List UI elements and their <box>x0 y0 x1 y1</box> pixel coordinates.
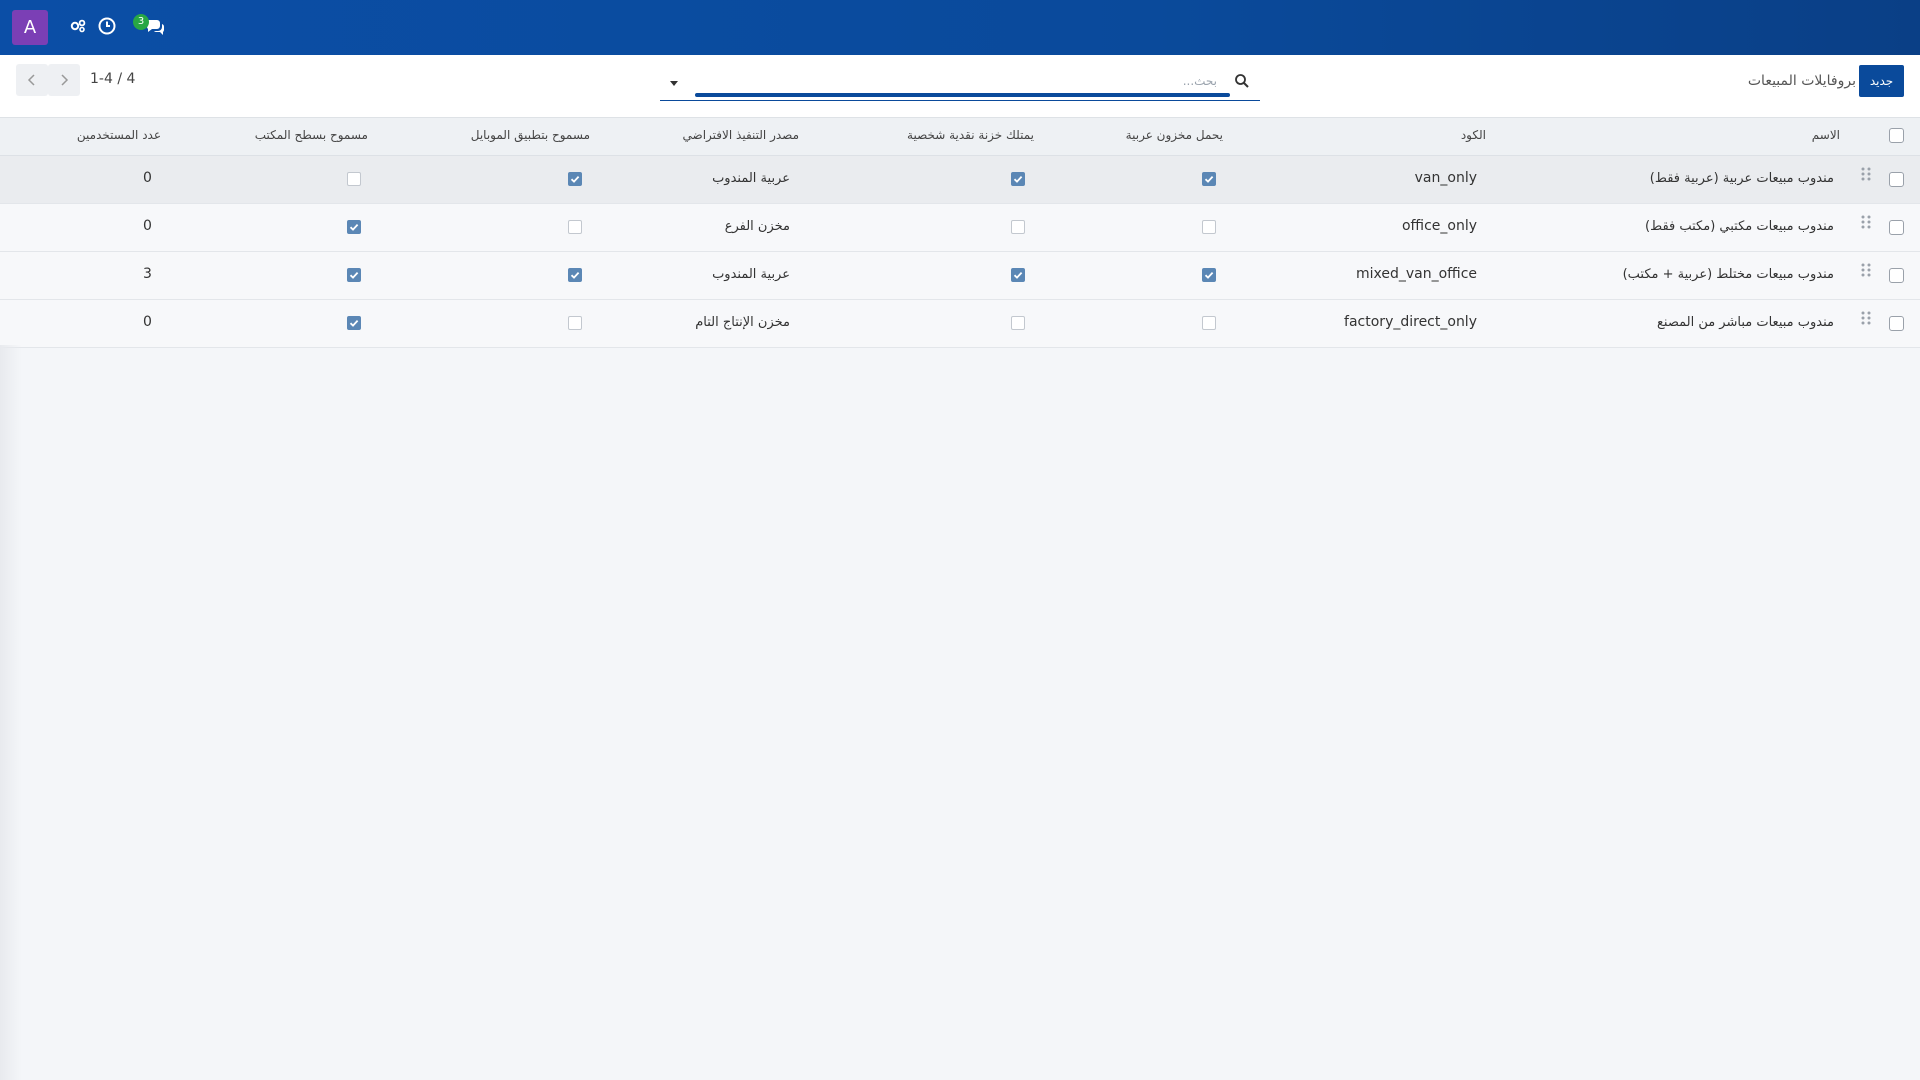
top-navbar: A 3 <box>0 0 1920 55</box>
drag-handle-icon[interactable] <box>1860 214 1872 230</box>
column-header-van-stock[interactable]: يحمل مخزون عربية <box>1126 128 1223 142</box>
breadcrumb: بروفايلات المبيعات <box>1747 73 1856 89</box>
cell-default-source: مخزن الفرع <box>724 219 790 234</box>
check-icon <box>1013 271 1023 279</box>
cell-mobile-allowed-checkbox <box>568 268 582 282</box>
cell-name: مندوب مبيعات مباشر من المصنع <box>1656 315 1834 330</box>
column-header-desktop-allowed[interactable]: مسموح بسطح المكتب <box>255 128 368 142</box>
drag-handle-icon[interactable] <box>1860 310 1872 326</box>
list-table: الاسم الكود يحمل مخزون عربية يمتلك خزنة … <box>0 118 1920 348</box>
row-select-checkbox[interactable] <box>1889 172 1904 187</box>
check-icon <box>1204 271 1214 279</box>
column-header-cash-box[interactable]: يمتلك خزنة نقدية شخصية <box>907 128 1034 142</box>
cell-name: مندوب مبيعات مكتبي (مكتب فقط) <box>1645 219 1834 234</box>
drag-handle-icon[interactable] <box>1860 166 1872 182</box>
check-icon <box>570 175 580 183</box>
clock-icon[interactable] <box>96 15 118 37</box>
cell-user-count: 0 <box>143 218 152 234</box>
cell-default-source: عربية المندوب <box>712 171 790 186</box>
cell-cash-box-checkbox <box>1011 316 1025 330</box>
check-icon <box>349 223 359 231</box>
cell-desktop-allowed-checkbox <box>347 316 361 330</box>
cell-van-stock-checkbox <box>1202 220 1216 234</box>
control-panel: جديد بروفايلات المبيعات 1-4 / 4 <box>0 55 1920 118</box>
user-avatar[interactable]: A <box>12 10 48 45</box>
cell-desktop-allowed-checkbox <box>347 172 361 186</box>
cell-van-stock-checkbox <box>1202 316 1216 330</box>
cell-name: مندوب مبيعات مختلط (عربية + مكتب) <box>1622 267 1834 282</box>
cell-code: mixed_van_office <box>1355 266 1477 282</box>
cell-cash-box-checkbox <box>1011 172 1025 186</box>
check-icon <box>349 319 359 327</box>
cell-code: office_only <box>1401 218 1477 234</box>
cell-user-count: 3 <box>143 266 152 282</box>
pager-value[interactable]: 1-4 / 4 <box>90 71 135 87</box>
column-header-code[interactable]: الكود <box>1461 128 1486 142</box>
search-input[interactable] <box>695 70 1219 92</box>
chevron-right-icon <box>61 74 69 86</box>
column-header-user-count[interactable]: عدد المستخدمين <box>77 128 161 142</box>
row-select-checkbox[interactable] <box>1889 268 1904 283</box>
cell-desktop-allowed-checkbox <box>347 268 361 282</box>
cell-cash-box-checkbox <box>1011 268 1025 282</box>
select-all-checkbox[interactable] <box>1889 128 1904 143</box>
column-header-default-source[interactable]: مصدر التنفيذ الافتراضي <box>683 128 799 142</box>
check-icon <box>349 271 359 279</box>
check-icon <box>1204 175 1214 183</box>
search-icon[interactable] <box>1234 73 1250 89</box>
cell-name: مندوب مبيعات عربية (عربية فقط) <box>1649 171 1834 186</box>
search-focus-underline <box>695 93 1230 97</box>
table-row[interactable]: مندوب مبيعات مباشر من المصنع factory_dir… <box>0 300 1920 348</box>
cell-mobile-allowed-checkbox <box>568 316 582 330</box>
cell-default-source: عربية المندوب <box>712 267 790 282</box>
cell-van-stock-checkbox <box>1202 172 1216 186</box>
chat-count-badge: 3 <box>133 14 149 30</box>
check-icon <box>1013 175 1023 183</box>
cell-desktop-allowed-checkbox <box>347 220 361 234</box>
cell-van-stock-checkbox <box>1202 268 1216 282</box>
users-cog-icon[interactable] <box>67 15 89 37</box>
left-edge-shade <box>0 345 22 1080</box>
table-row[interactable]: مندوب مبيعات مكتبي (مكتب فقط) office_onl… <box>0 204 1920 252</box>
table-header: الاسم الكود يحمل مخزون عربية يمتلك خزنة … <box>0 118 1920 156</box>
cell-code: factory_direct_only <box>1344 314 1477 330</box>
cell-mobile-allowed-checkbox <box>568 172 582 186</box>
column-header-mobile-allowed[interactable]: مسموح بتطبيق الموبايل <box>471 128 590 142</box>
check-icon <box>570 271 580 279</box>
row-select-checkbox[interactable] <box>1889 316 1904 331</box>
cell-default-source: مخزن الإنتاج التام <box>695 315 790 330</box>
column-header-name[interactable]: الاسم <box>1812 128 1840 142</box>
cell-user-count: 0 <box>143 314 152 330</box>
drag-handle-icon[interactable] <box>1860 262 1872 278</box>
table-row[interactable]: مندوب مبيعات عربية (عربية فقط) van_only … <box>0 156 1920 204</box>
table-row[interactable]: مندوب مبيعات مختلط (عربية + مكتب) mixed_… <box>0 252 1920 300</box>
new-button[interactable]: جديد <box>1859 65 1904 97</box>
cell-user-count: 0 <box>143 170 152 186</box>
chevron-left-icon <box>27 74 35 86</box>
cell-mobile-allowed-checkbox <box>568 220 582 234</box>
row-select-checkbox[interactable] <box>1889 220 1904 235</box>
search-bar <box>660 65 1260 101</box>
chevron-down-icon[interactable] <box>668 77 680 89</box>
pager-next-button[interactable] <box>48 64 80 96</box>
cell-cash-box-checkbox <box>1011 220 1025 234</box>
cell-code: van_only <box>1414 170 1477 186</box>
pager-previous-button[interactable] <box>16 64 48 96</box>
